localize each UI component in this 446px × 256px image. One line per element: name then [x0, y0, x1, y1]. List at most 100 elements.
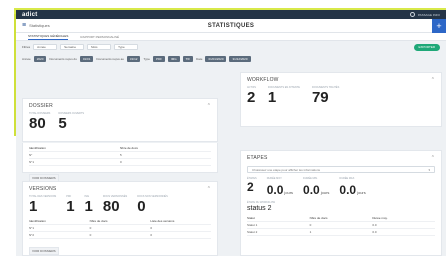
filter-week[interactable]: Semaine	[60, 44, 85, 50]
docs-to-chip[interactable]: 31/12	[126, 55, 141, 62]
stat-unit: jours	[357, 190, 366, 195]
versions-panel: VERSIONS ⌃ TOTAL DES VERSIONS 1 PDF 1 IM…	[22, 181, 218, 256]
header-cell: Nbre de docs	[120, 146, 138, 150]
stat-value: 0.0	[339, 183, 357, 197]
table-cell: 0.0	[372, 223, 377, 227]
app-window: adict PASSAGE INFO ≡ Statistiques STATIS…	[16, 10, 446, 256]
versions-table: Identification Nbre de docs Liste des ve…	[29, 218, 211, 256]
type-chip[interactable]: TIF	[182, 55, 194, 62]
header-cell: Nbre de docs	[309, 216, 328, 220]
stat-steps: ÉTAPES 2	[247, 177, 257, 199]
view-dossiers-link[interactable]: VOIR DOSSIERS	[29, 247, 59, 255]
table-row[interactable]: Statut 1 0 0.0	[247, 222, 435, 229]
dossier-table: Identification Nbre de docs N° 5 N°1 0 V…	[22, 143, 218, 182]
docs-from-chip[interactable]: 01/01	[79, 55, 94, 62]
table-row[interactable]: N°2 0 0	[29, 232, 211, 239]
table-row[interactable]: N°1 0 0	[29, 225, 211, 232]
user-menu[interactable]: PASSAGE INFO	[409, 12, 440, 17]
workflow-panel: WORKFLOW ⌃ ACTIFS 2 DOCUMENTS EN ATTENTE…	[240, 72, 442, 127]
top-bar: adict PASSAGE INFO	[16, 10, 446, 19]
etapes-stats: ÉTAPES 2 DURÉE MOY. 0.0jours DURÉE MIN. …	[247, 177, 435, 199]
etapes-table: Statut Nbre de docs Durée moy. Statut 1 …	[247, 215, 435, 236]
header-cell: Identification	[29, 219, 46, 223]
stat-value: 0.0	[266, 183, 284, 197]
versions-stats: TOTAL DES VERSIONS 1 PDF 1 IMG 1 DOCS VE…	[29, 195, 211, 214]
date-to-chip[interactable]: 31/12/2020	[229, 55, 251, 62]
stat-img: IMG 1	[85, 195, 93, 214]
status-value: status 2	[247, 205, 272, 212]
table-cell: Statut 2	[247, 230, 258, 234]
stat-unit: jours	[284, 190, 294, 195]
versions-title: VERSIONS	[29, 186, 57, 192]
logo: adict	[22, 11, 38, 18]
table-row[interactable]: N°1 0	[29, 159, 211, 166]
etapes-title: ETAPES	[247, 155, 268, 161]
stat-value: 79	[311, 89, 329, 106]
table-cell: 1	[309, 230, 312, 234]
stat-value: 80	[29, 115, 46, 132]
dossier-panel: DOSSIER ⌃ TOTAL DOSSIERS 80 DOSSIERS OUV…	[22, 98, 218, 142]
chevron-up-icon[interactable]: ⌃	[207, 103, 211, 109]
stat-versioned: DOCS VERSIONNÉS 80	[103, 195, 127, 214]
table-cell: 0.0	[372, 230, 377, 234]
dossier-title: DOSSIER	[29, 103, 53, 109]
table-row[interactable]: Statut 2 1 0.0	[247, 229, 435, 236]
stat-unit: jours	[320, 190, 330, 195]
year-label: Année	[22, 56, 31, 61]
stat-value: 0	[137, 198, 146, 215]
tab-general[interactable]: STATISTIQUES GÉNÉRALES	[28, 34, 69, 40]
table-header: Identification Nbre de docs Liste des ve…	[29, 218, 211, 225]
table-cell: N°1	[29, 160, 35, 164]
export-button[interactable]: EXPORTER	[413, 43, 440, 51]
stat-processed: DOCUMENTS TRAITÉS 79	[312, 86, 339, 105]
table-cell: N°1	[29, 226, 35, 230]
stat-value: 2	[247, 89, 256, 106]
screenshot-stage: adict PASSAGE INFO ≡ Statistiques STATIS…	[0, 0, 446, 256]
docs-to-label: Documents reçus au	[96, 56, 124, 61]
stat-max-duration: DURÉE MAX. 0.0jours	[339, 177, 365, 199]
page-title: STATISTIQUES	[207, 22, 255, 29]
active-filter-row: Année 2020 Documents reçus du 01/01 Docu…	[16, 53, 446, 64]
plus-icon: +	[436, 21, 442, 31]
step-select[interactable]: Choisissez une étape pour afficher les i…	[247, 166, 435, 173]
filter-year[interactable]: Année	[33, 44, 58, 50]
user-icon	[409, 12, 415, 17]
filter-row: Filtres Année Semaine Mois Type EXPORTER	[16, 41, 446, 53]
type-chip[interactable]: IMG	[167, 55, 180, 62]
chevron-up-icon[interactable]: ⌃	[431, 77, 435, 83]
user-name: PASSAGE INFO	[417, 12, 440, 17]
table-header: Statut Nbre de docs Durée moy.	[247, 215, 435, 222]
table-cell: Statut 1	[247, 223, 258, 227]
header-cell: Statut	[247, 216, 255, 220]
header-cell: Identification	[29, 146, 46, 150]
table-row[interactable]: N° 5	[29, 152, 211, 159]
chevron-up-icon[interactable]: ⌃	[431, 155, 435, 161]
stat-value: 1	[84, 198, 93, 215]
add-button[interactable]: +	[432, 19, 446, 33]
stat-open: DOSSIERS OUVERTS 5	[58, 112, 84, 131]
stat-min-duration: DURÉE MIN. 0.0jours	[303, 177, 329, 199]
year-chip[interactable]: 2020	[33, 55, 47, 62]
stat-value: 1	[66, 198, 75, 215]
chevron-down-icon: ▾	[428, 167, 430, 172]
docs-from-label: Documents reçus du	[49, 56, 77, 61]
tab-custom-report[interactable]: RAPPORT PERSONNALISÉ	[80, 35, 119, 40]
type-chip[interactable]: PDF	[152, 55, 165, 62]
chevron-up-icon[interactable]: ⌃	[207, 186, 211, 192]
filters-label: Filtres	[22, 45, 31, 49]
stat-value: 1	[29, 198, 38, 215]
date-from-chip[interactable]: 01/01/2020	[205, 55, 227, 62]
stat-unversioned: DOCS NON VERSIONNÉS 0	[137, 195, 168, 214]
table-cell: 0	[89, 226, 92, 230]
filter-month[interactable]: Mois	[87, 44, 112, 50]
step-select-placeholder: Choisissez une étape pour afficher les i…	[252, 167, 320, 172]
stat-value: 2	[247, 180, 254, 194]
tab-bar: STATISTIQUES GÉNÉRALES RAPPORT PERSONNAL…	[16, 33, 446, 41]
workflow-step-status: ÉTAPE DU WORKFLOW status 2	[247, 201, 435, 212]
header-cell: Liste des versions	[150, 219, 175, 223]
stat-pdf: PDF 1	[66, 195, 74, 214]
table-cell: 0	[150, 226, 153, 230]
filter-type[interactable]: Type	[114, 44, 139, 50]
dossier-stats: TOTAL DOSSIERS 80 DOSSIERS OUVERTS 5	[29, 112, 211, 131]
workflow-title: WORKFLOW	[247, 77, 279, 83]
